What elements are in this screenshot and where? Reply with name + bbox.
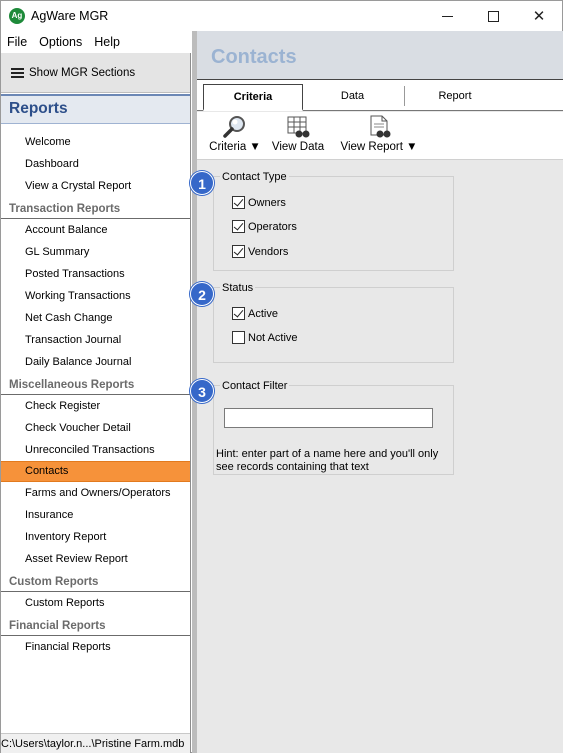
operators-checkbox[interactable] bbox=[232, 220, 245, 233]
sidebar-section-heading: Transaction Reports bbox=[1, 197, 190, 219]
operators-label: Operators bbox=[248, 220, 297, 233]
sidebar-item-welcome[interactable]: Welcome bbox=[1, 131, 190, 153]
sidebar-item-gl-summary[interactable]: GL Summary bbox=[1, 241, 190, 263]
menu-options[interactable]: Options bbox=[33, 33, 88, 53]
grid-binoculars-icon bbox=[285, 114, 311, 140]
contact-filter-legend: Contact Filter bbox=[220, 380, 290, 392]
maximize-icon bbox=[487, 10, 499, 22]
show-sections-label: Show MGR Sections bbox=[29, 66, 136, 79]
step-badge-1: 1 bbox=[190, 171, 214, 195]
minimize-button[interactable] bbox=[424, 1, 470, 31]
maximize-button[interactable] bbox=[470, 1, 516, 31]
tab-bar: Criteria Data Report bbox=[197, 79, 563, 111]
operators-checkbox-row[interactable]: Operators bbox=[232, 220, 297, 233]
active-label: Active bbox=[248, 307, 278, 320]
sidebar-item-transaction-journal[interactable]: Transaction Journal bbox=[1, 329, 190, 351]
criteria-button[interactable]: Criteria ▼ bbox=[205, 114, 265, 153]
contact-filter-group: Contact Filter Hint: enter part of a nam… bbox=[213, 380, 454, 475]
sidebar-item-contacts[interactable]: Contacts bbox=[1, 461, 190, 482]
status-group: Status Active Not Active bbox=[213, 282, 454, 363]
sidebar-item-inventory-report[interactable]: Inventory Report bbox=[1, 526, 190, 548]
contact-filter-input[interactable] bbox=[224, 408, 433, 428]
app-window: Ag AgWare MGR ✕ File Options Help Show M… bbox=[0, 0, 563, 753]
not-active-checkbox-row[interactable]: Not Active bbox=[232, 331, 298, 344]
page-title: Contacts bbox=[211, 46, 297, 68]
active-checkbox[interactable] bbox=[232, 307, 245, 320]
status-bar-path: C:\Users\taylor.n...\Pristine Farm.mdb bbox=[1, 733, 190, 753]
step-badge-3: 3 bbox=[190, 379, 214, 403]
view-data-button[interactable]: View Data bbox=[270, 114, 326, 153]
tab-criteria[interactable]: Criteria bbox=[203, 84, 303, 111]
tab-report[interactable]: Report bbox=[405, 84, 505, 108]
sidebar-item-posted-transactions[interactable]: Posted Transactions bbox=[1, 263, 190, 285]
view-data-label: View Data bbox=[271, 141, 325, 153]
view-report-button[interactable]: View Report ▼ bbox=[339, 114, 419, 153]
sidebar-item-unreconciled-transactions[interactable]: Unreconciled Transactions bbox=[1, 439, 190, 461]
not-active-checkbox[interactable] bbox=[232, 331, 245, 344]
sidebar-item-daily-balance-journal[interactable]: Daily Balance Journal bbox=[1, 351, 190, 373]
sidebar-nav: Welcome Dashboard View a Crystal Report Tra… bbox=[1, 131, 190, 658]
sidebar-item-custom-reports[interactable]: Custom Reports bbox=[1, 592, 190, 614]
hamburger-icon bbox=[11, 67, 24, 78]
vendors-checkbox[interactable] bbox=[232, 245, 245, 258]
criteria-label: Criteria ▼ bbox=[209, 141, 261, 153]
app-logo-icon: Ag bbox=[9, 8, 25, 24]
sidebar-item-working-transactions[interactable]: Working Transactions bbox=[1, 285, 190, 307]
menu-help[interactable]: Help bbox=[88, 33, 126, 53]
owners-checkbox[interactable] bbox=[232, 196, 245, 209]
show-sections-button[interactable]: Show MGR Sections bbox=[1, 53, 190, 93]
vendors-label: Vendors bbox=[248, 245, 289, 258]
window-title: AgWare MGR bbox=[31, 9, 109, 23]
sidebar-item-net-cash-change[interactable]: Net Cash Change bbox=[1, 307, 190, 329]
sidebar-item-dashboard[interactable]: Dashboard bbox=[1, 153, 190, 175]
sidebar-section-heading: Financial Reports bbox=[1, 614, 190, 636]
sidebar-item-insurance[interactable]: Insurance bbox=[1, 504, 190, 526]
magnifier-icon bbox=[222, 114, 248, 140]
owners-checkbox-row[interactable]: Owners bbox=[232, 196, 286, 209]
toolbar: Criteria ▼ View Data View Report ▼ bbox=[197, 112, 563, 160]
close-icon: ✕ bbox=[532, 8, 546, 25]
sidebar-item-check-voucher-detail[interactable]: Check Voucher Detail bbox=[1, 417, 190, 439]
minimize-icon bbox=[441, 15, 453, 17]
owners-label: Owners bbox=[248, 196, 286, 209]
title-bar: Ag AgWare MGR ✕ bbox=[1, 1, 562, 31]
not-active-label: Not Active bbox=[248, 331, 298, 344]
close-button[interactable]: ✕ bbox=[516, 1, 562, 31]
sidebar-header: Reports bbox=[1, 94, 190, 124]
sidebar: Show MGR Sections Reports Welcome Dashboa… bbox=[1, 53, 191, 753]
tab-data[interactable]: Data bbox=[305, 84, 400, 108]
status-legend: Status bbox=[220, 282, 256, 294]
vendors-checkbox-row[interactable]: Vendors bbox=[232, 245, 288, 258]
sidebar-item-financial-reports[interactable]: Financial Reports bbox=[1, 636, 190, 658]
sidebar-item-farms-and-owners-operators[interactable]: Farms and Owners/Operators bbox=[1, 482, 190, 504]
menu-file[interactable]: File bbox=[1, 33, 33, 53]
active-checkbox-row[interactable]: Active bbox=[232, 307, 278, 320]
main-panel: Contacts Criteria Data Report Criteria ▼ bbox=[197, 31, 563, 753]
view-report-label: View Report ▼ bbox=[340, 141, 418, 153]
sidebar-section-heading: Custom Reports bbox=[1, 570, 190, 592]
sidebar-item-asset-review-report[interactable]: Asset Review Report bbox=[1, 548, 190, 570]
step-badge-2: 2 bbox=[190, 282, 214, 306]
main-header: Contacts bbox=[197, 31, 563, 79]
sidebar-item-account-balance[interactable]: Account Balance bbox=[1, 219, 190, 241]
contact-type-group: Contact Type Owners Operators Vendors bbox=[213, 171, 454, 271]
menu-bar: File Options Help bbox=[1, 33, 191, 53]
contact-filter-hint: Hint: enter part of a name here and you'… bbox=[216, 448, 439, 473]
sidebar-item-view-a-crystal-report[interactable]: View a Crystal Report bbox=[1, 175, 190, 197]
contact-type-legend: Contact Type bbox=[220, 171, 289, 183]
sidebar-item-check-register[interactable]: Check Register bbox=[1, 395, 190, 417]
report-binoculars-icon bbox=[366, 114, 392, 140]
sidebar-section-heading: Miscellaneous Reports bbox=[1, 373, 190, 395]
